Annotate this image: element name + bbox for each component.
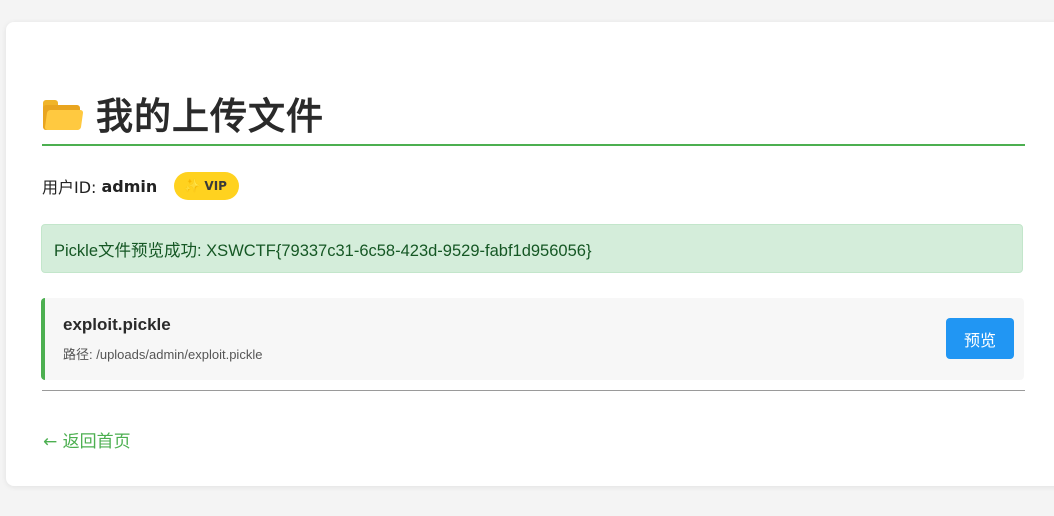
- page-title: 我的上传文件: [96, 95, 324, 138]
- user-id-value: admin: [101, 176, 158, 196]
- divider: [42, 390, 1025, 391]
- user-id-label: 用户ID:: [42, 178, 97, 197]
- sparkle-icon: ✨: [184, 178, 201, 194]
- preview-button[interactable]: 预览: [946, 318, 1014, 359]
- file-name: exploit.pickle: [63, 315, 171, 334]
- file-item: exploit.pickle 路径: /uploads/admin/exploi…: [41, 298, 1024, 380]
- file-path: 路径: /uploads/admin/exploit.pickle: [63, 347, 263, 362]
- success-alert: Pickle文件预览成功: XSWCTF{79337c31-6c58-423d-…: [41, 224, 1023, 273]
- page-header: 我的上传文件: [42, 82, 1025, 146]
- vip-badge: ✨ VIP: [174, 172, 239, 200]
- folder-icon: [42, 99, 84, 131]
- user-info: 用户ID: admin ✨ VIP: [42, 170, 239, 202]
- vip-badge-label: VIP: [204, 179, 227, 193]
- main-card: 我的上传文件 用户ID: admin ✨ VIP Pickle文件预览成功: X…: [6, 22, 1054, 486]
- back-to-home-link[interactable]: ← 返回首页: [43, 427, 131, 452]
